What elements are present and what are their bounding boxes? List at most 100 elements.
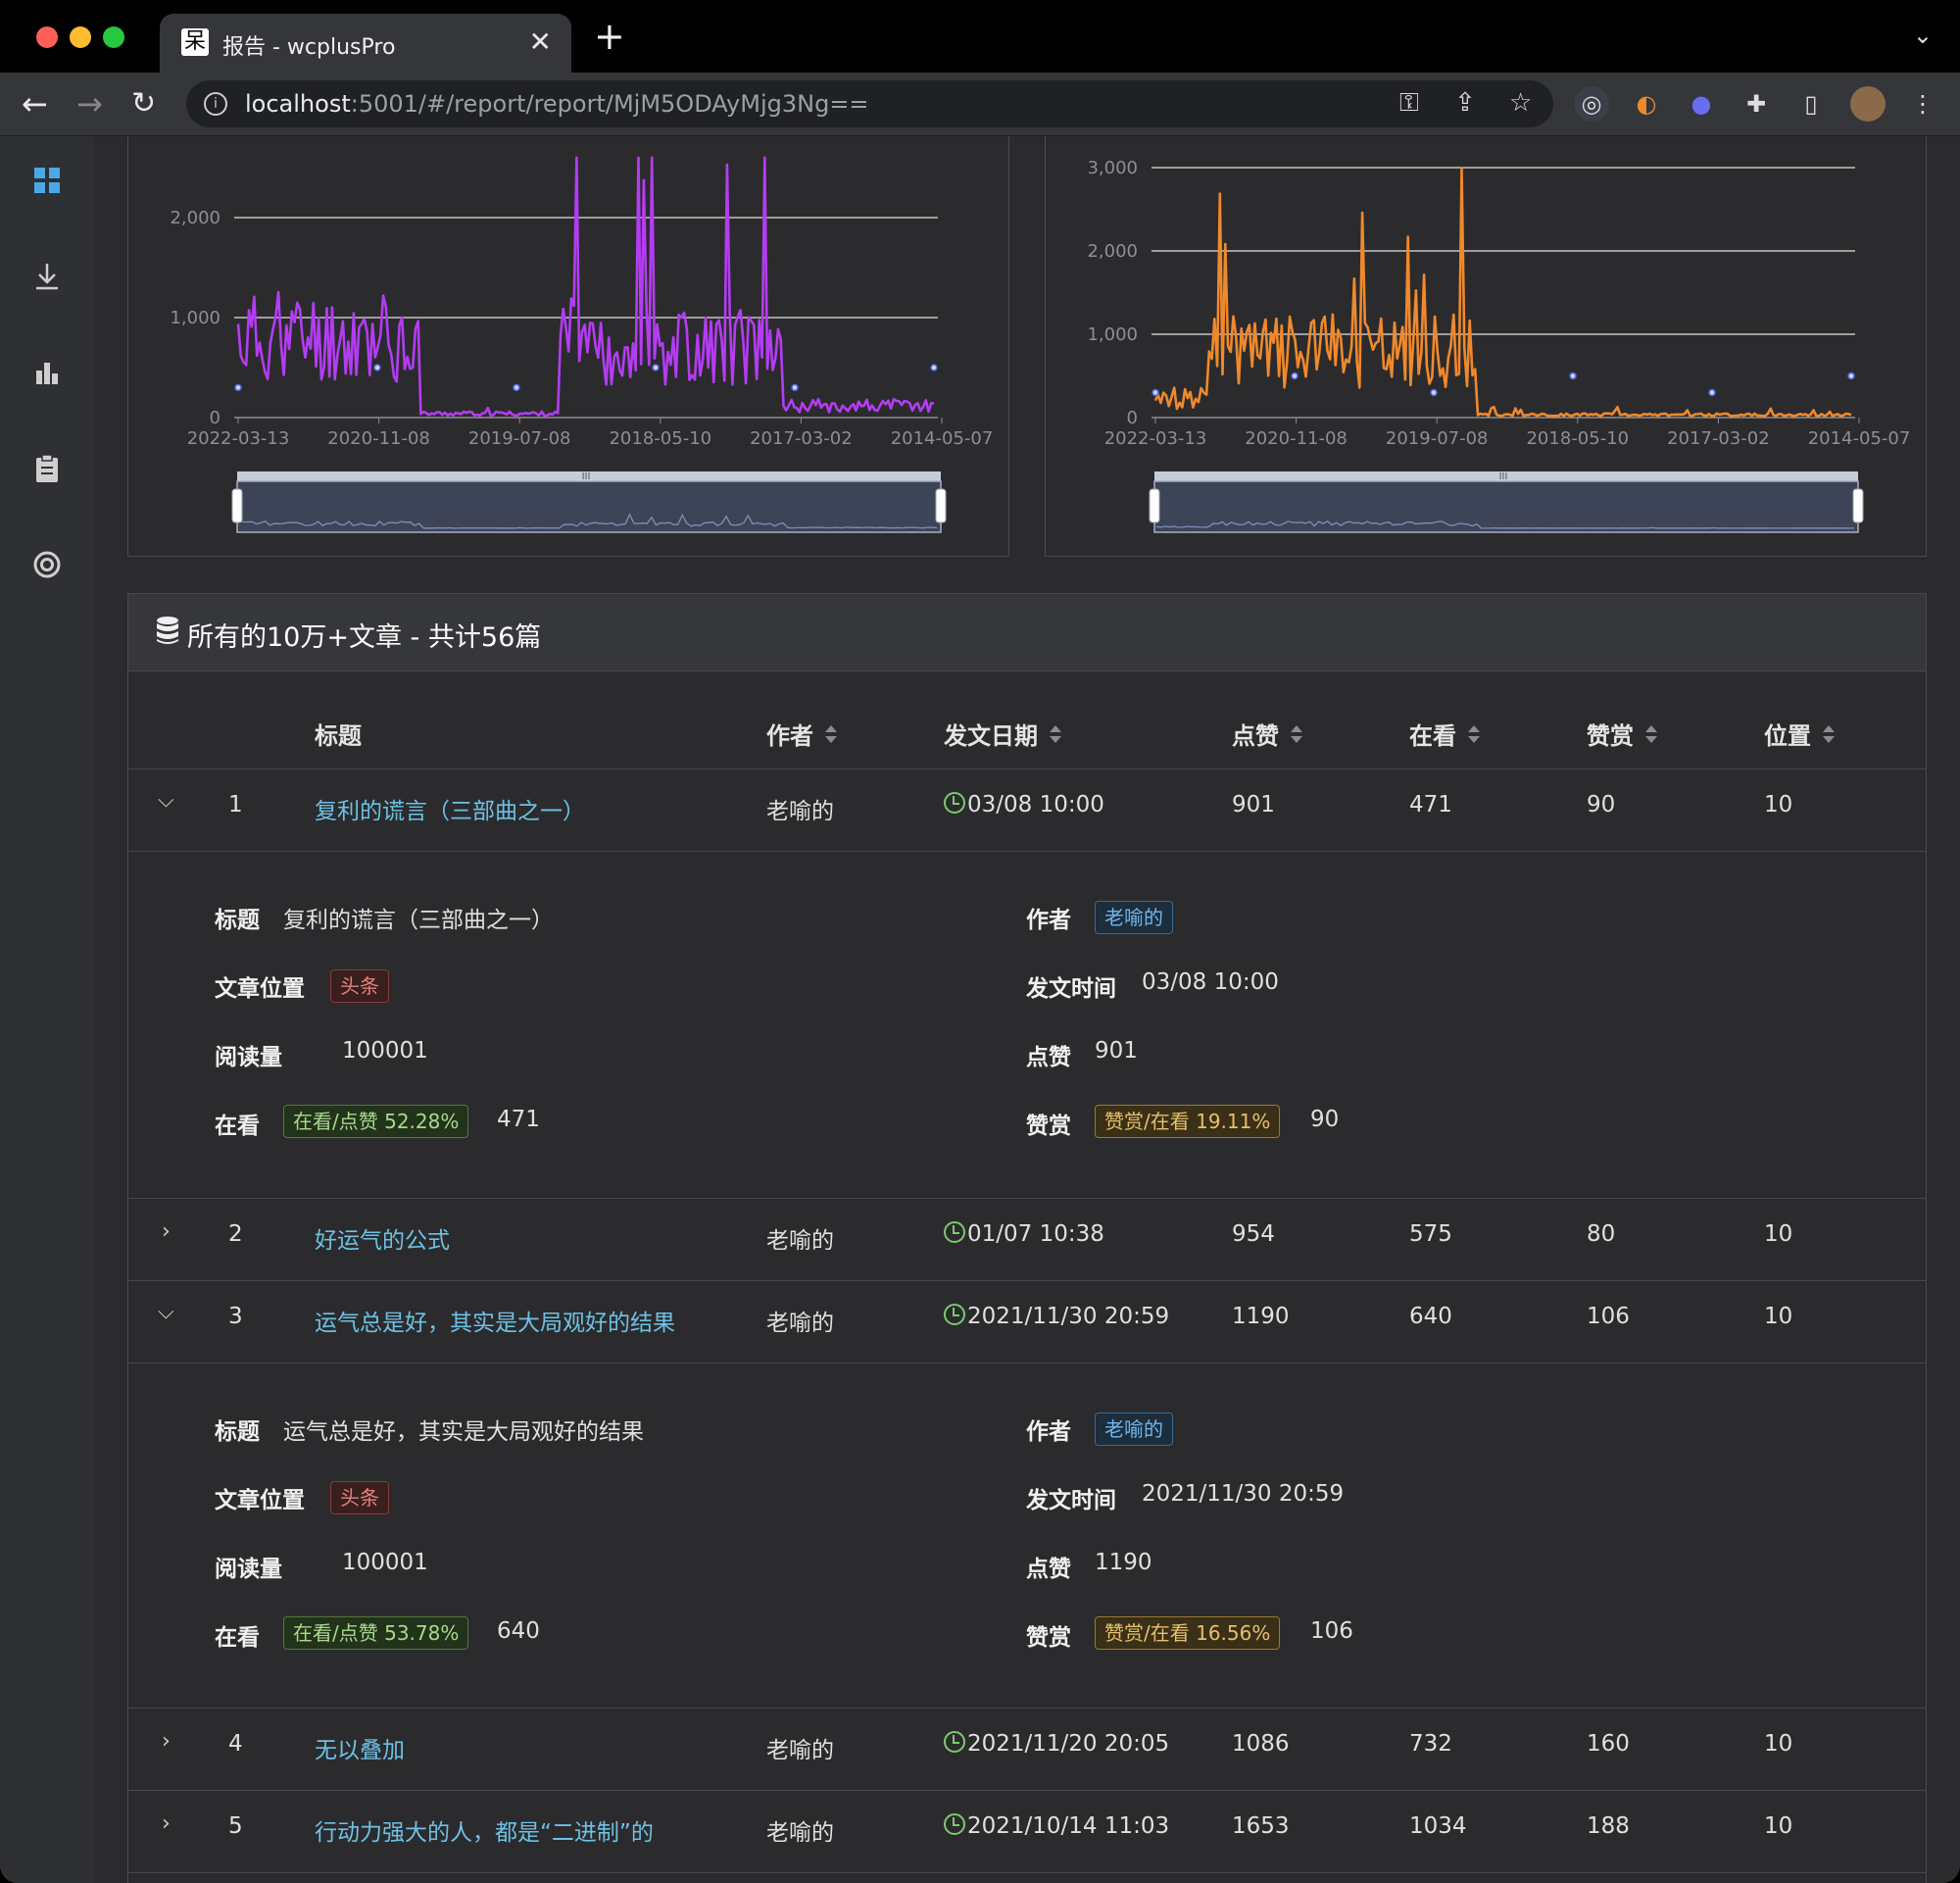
- zoom-handle[interactable]: [935, 488, 947, 523]
- article-title-link[interactable]: 运气总是好，其实是大局观好的结果: [315, 1304, 675, 1337]
- sort-icon[interactable]: [1289, 723, 1304, 751]
- data-point[interactable]: [1430, 388, 1438, 397]
- chevron-down-icon[interactable]: ⌵: [158, 1300, 174, 1324]
- browser-tab[interactable]: 呆 报告 - wcplusPro ✕: [160, 14, 571, 73]
- article-title-link[interactable]: 复利的谎言（三部曲之一）: [315, 792, 585, 825]
- zoom-handle[interactable]: [1149, 488, 1160, 523]
- divider: [128, 768, 1926, 769]
- detail-label-likes: 点赞: [1026, 1045, 1071, 1070]
- data-point[interactable]: [930, 364, 938, 372]
- clipboard-icon[interactable]: [27, 454, 67, 493]
- detail-label-position: 文章位置: [215, 976, 305, 1002]
- col-reward-header[interactable]: 赞赏: [1587, 717, 1659, 751]
- chevron-down-icon[interactable]: ⌵: [158, 788, 174, 813]
- back-arrow-icon[interactable]: ←: [22, 82, 48, 125]
- reward-ratio-tag: 赞赏/在看 16.56%: [1095, 1616, 1281, 1650]
- position-cell: 10: [1764, 1731, 1793, 1757]
- article-title-link[interactable]: 行动力强大的人，都是“二进制”的: [315, 1813, 654, 1847]
- download-icon[interactable]: [27, 262, 67, 301]
- date-cell: 2021/10/14 11:03: [944, 1813, 1169, 1839]
- position-tag: 头条: [330, 969, 389, 1003]
- col-watching-header[interactable]: 在看: [1409, 717, 1482, 751]
- tab-close-icon[interactable]: ✕: [529, 25, 552, 58]
- sort-icon[interactable]: [823, 723, 839, 751]
- app-sidebar: [0, 136, 94, 1883]
- col-title-header: 标题: [315, 722, 362, 750]
- data-point[interactable]: [373, 364, 381, 372]
- extension-moon-icon[interactable]: ◐: [1629, 86, 1664, 122]
- extension-glasses-icon[interactable]: ◎: [1574, 86, 1609, 122]
- detail-reads: 100001: [342, 1550, 428, 1575]
- bar-chart-icon[interactable]: [27, 358, 67, 397]
- data-point[interactable]: [1291, 372, 1298, 380]
- bookmark-star-icon[interactable]: ☆: [1509, 88, 1532, 118]
- tab-strip: 呆 报告 - wcplusPro ✕ + ⌄: [0, 0, 1960, 73]
- chevron-right-icon[interactable]: ›: [162, 1219, 171, 1244]
- forward-arrow-icon[interactable]: →: [76, 82, 103, 125]
- data-point[interactable]: [234, 383, 242, 392]
- detail-title-link[interactable]: 复利的谎言（三部曲之一）: [283, 901, 554, 934]
- x-tick-label: 2018-05-10: [1526, 428, 1629, 449]
- detail-label-time: 发文时间: [1026, 1488, 1116, 1513]
- extensions-puzzle-icon[interactable]: ✚: [1739, 86, 1774, 122]
- col-date-header[interactable]: 发文日期: [944, 717, 1063, 751]
- detail-title-link[interactable]: 运气总是好，其实是大局观好的结果: [283, 1412, 644, 1446]
- article-title-link[interactable]: 无以叠加: [315, 1731, 405, 1764]
- sort-icon[interactable]: [1048, 723, 1063, 751]
- reload-icon[interactable]: ↻: [131, 82, 156, 125]
- zoom-slider-window[interactable]: [1153, 480, 1859, 533]
- col-likes-header[interactable]: 点赞: [1232, 717, 1304, 751]
- col-author-header[interactable]: 作者: [766, 717, 839, 751]
- trend-chart-right: 0 1,000 2,000 3,000 2022-03-13 2020-11-08 2019…: [1087, 158, 1910, 533]
- data-point[interactable]: [1569, 372, 1577, 380]
- close-window-button[interactable]: [36, 26, 58, 48]
- col-position-header[interactable]: 位置: [1764, 717, 1837, 751]
- data-point[interactable]: [791, 383, 799, 392]
- minimize-window-button[interactable]: [70, 26, 91, 48]
- chevron-right-icon[interactable]: ›: [162, 1811, 171, 1836]
- tab-search-chevron-icon[interactable]: ⌄: [1913, 22, 1933, 49]
- data-point[interactable]: [1152, 388, 1159, 397]
- detail-time: 2021/11/30 20:59: [1142, 1481, 1345, 1507]
- data-point[interactable]: [1708, 388, 1716, 397]
- reward-cell: 106: [1587, 1304, 1630, 1329]
- y-tick-label: 3,000: [1087, 158, 1138, 178]
- more-menu-icon[interactable]: ⋮: [1905, 86, 1940, 122]
- share-icon[interactable]: ⇪: [1454, 88, 1476, 118]
- data-point[interactable]: [652, 364, 660, 372]
- article-title-link[interactable]: 好运气的公式: [315, 1221, 450, 1255]
- url-text[interactable]: localhost:5001/#/report/report/MjM5ODAyM…: [245, 90, 869, 118]
- zoom-handle[interactable]: [231, 488, 243, 523]
- zoom-handle[interactable]: [1852, 488, 1864, 523]
- position-cell: 10: [1764, 1813, 1793, 1839]
- sort-icon[interactable]: [1821, 723, 1837, 751]
- key-icon[interactable]: ⚿: [1399, 88, 1419, 119]
- data-point[interactable]: [513, 383, 520, 392]
- address-bar[interactable]: i localhost:5001/#/report/report/MjM5ODA…: [186, 80, 1553, 127]
- author-cell: 老喻的: [766, 1820, 834, 1846]
- detail-reward: 106: [1310, 1618, 1353, 1644]
- sort-icon[interactable]: [1643, 723, 1659, 751]
- lifebuoy-icon[interactable]: [27, 550, 67, 589]
- dashboard-icon[interactable]: [27, 166, 67, 205]
- reward-cell: 188: [1587, 1813, 1630, 1839]
- sort-icon[interactable]: [1466, 723, 1482, 751]
- site-info-icon[interactable]: i: [204, 92, 227, 116]
- chevron-right-icon[interactable]: ›: [162, 1729, 171, 1754]
- profile-avatar[interactable]: [1850, 86, 1886, 122]
- side-panel-icon[interactable]: ▯: [1793, 86, 1829, 122]
- clock-icon: [944, 1813, 965, 1835]
- maximize-window-button[interactable]: [103, 26, 124, 48]
- clock-icon: [944, 1221, 965, 1243]
- detail-label-position: 文章位置: [215, 1488, 305, 1513]
- database-icon: [157, 617, 178, 644]
- detail-time: 03/08 10:00: [1142, 969, 1279, 995]
- extension-circle-icon[interactable]: ●: [1684, 86, 1719, 122]
- data-point[interactable]: [1847, 372, 1855, 380]
- new-tab-button[interactable]: +: [594, 18, 625, 55]
- watching-ratio-tag: 在看/点赞 52.28%: [283, 1105, 469, 1138]
- divider: [128, 1198, 1926, 1199]
- detail-label-title: 标题: [215, 1419, 260, 1445]
- position-tag: 头条: [330, 1481, 389, 1514]
- divider: [128, 1790, 1926, 1791]
